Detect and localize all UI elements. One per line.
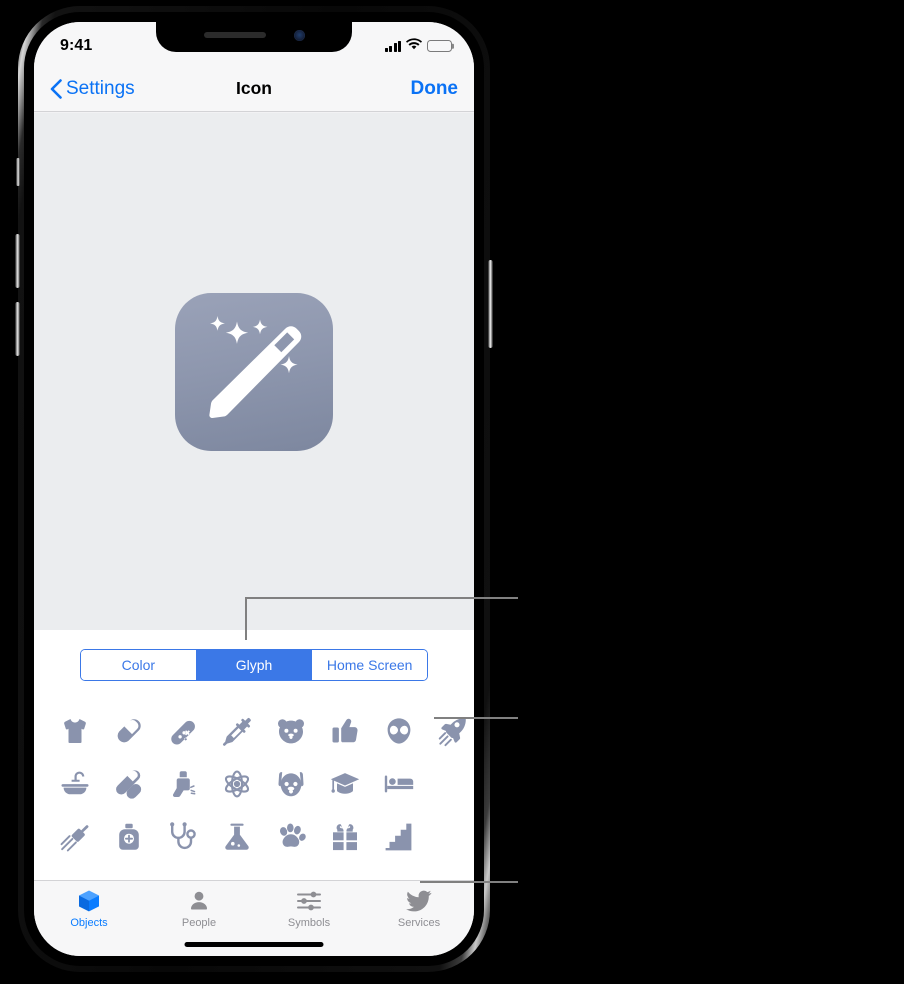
glyph-row — [48, 704, 466, 757]
tab-objects[interactable]: Objects — [34, 888, 144, 956]
volume-up-button[interactable] — [15, 234, 20, 288]
nav-bar: Settings Icon Done — [34, 66, 474, 112]
shower-head-glyph[interactable] — [48, 810, 102, 863]
graduation-cap-glyph[interactable] — [318, 757, 372, 810]
atom-glyph[interactable] — [210, 757, 264, 810]
syringe-glyph[interactable] — [210, 704, 264, 757]
segment-color[interactable]: Color — [81, 650, 197, 680]
magic-wand-app-icon — [175, 292, 333, 451]
tab-people-label: People — [181, 917, 217, 929]
lab-flask-glyph[interactable] — [210, 810, 264, 863]
gift-box-glyph[interactable] — [318, 810, 372, 863]
bear-face-glyph[interactable] — [264, 704, 318, 757]
phone-frame: 9:41 Settings Icon Done Color Glyph Home… — [15, 6, 493, 972]
stairs-glyph[interactable] — [372, 810, 426, 863]
back-button-label: Settings — [66, 77, 135, 99]
bird-icon — [406, 888, 432, 914]
home-indicator[interactable] — [184, 942, 324, 947]
paw-print-glyph[interactable] — [264, 810, 318, 863]
handheld-game-console-glyph[interactable] — [156, 704, 210, 757]
dog-face-glyph[interactable] — [264, 757, 318, 810]
inhaler-glyph[interactable] — [156, 757, 210, 810]
cube-icon — [77, 888, 101, 914]
glyph-row — [48, 810, 460, 863]
glyph-row — [48, 757, 460, 810]
person-icon — [187, 888, 211, 914]
wifi-icon — [406, 37, 422, 55]
segmented-control[interactable]: Color Glyph Home Screen — [80, 649, 428, 681]
bed-glyph[interactable] — [372, 757, 426, 810]
bandages-glyph[interactable] — [102, 757, 156, 810]
segment-home-screen[interactable]: Home Screen — [312, 650, 427, 680]
tab-objects-label: Objects — [70, 917, 108, 929]
battery-icon — [427, 40, 454, 52]
alien-head-glyph[interactable] — [372, 704, 426, 757]
segment-section: Color Glyph Home Screen — [34, 630, 474, 700]
tab-services-label: Services — [397, 917, 441, 929]
tab-services[interactable]: Services — [364, 888, 474, 956]
back-button[interactable]: Settings — [50, 78, 135, 100]
chevron-left-icon — [50, 78, 62, 99]
notch — [156, 22, 352, 52]
done-button[interactable]: Done — [411, 78, 459, 100]
thumbs-up-glyph[interactable] — [318, 704, 372, 757]
status-time: 9:41 — [60, 37, 93, 54]
speaker-grille-icon — [203, 32, 266, 38]
pill-capsule-glyph[interactable] — [102, 704, 156, 757]
rocket-glyph[interactable] — [426, 704, 474, 757]
sliders-icon — [296, 888, 322, 914]
silent-switch-button[interactable] — [16, 158, 20, 186]
tshirt-glyph[interactable] — [48, 704, 102, 757]
medicine-bottle-glyph[interactable] — [102, 810, 156, 863]
stethoscope-glyph[interactable] — [156, 810, 210, 863]
power-button[interactable] — [488, 260, 493, 348]
segment-glyph[interactable]: Glyph — [196, 650, 313, 680]
glyph-grid — [34, 700, 474, 880]
volume-down-button[interactable] — [15, 302, 20, 356]
status-indicators — [384, 37, 454, 55]
tab-symbols-label: Symbols — [287, 917, 331, 929]
icon-preview-area — [34, 113, 474, 630]
phone-screen: 9:41 Settings Icon Done Color Glyph Home… — [34, 22, 474, 956]
signal-bars-icon — [384, 40, 401, 52]
front-camera-icon — [293, 29, 305, 41]
bathtub-glyph[interactable] — [48, 757, 102, 810]
